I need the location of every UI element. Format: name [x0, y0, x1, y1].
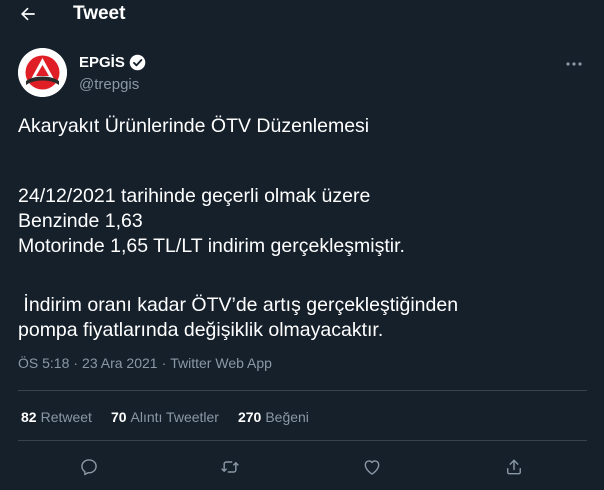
tweet-line: 24/12/2021 tarihinde geçerli olmak üzere [18, 185, 371, 207]
reply-button[interactable] [77, 455, 101, 479]
display-name[interactable]: EPGİS [79, 54, 125, 71]
tweet-line: Motorinde 1,65 TL/LT indirim gerçekleşmi… [18, 235, 405, 257]
like-button[interactable] [360, 455, 384, 479]
retweet-button[interactable] [218, 455, 242, 479]
tweet-line: pompa fiyatlarında değişiklik olmayacakt… [18, 319, 384, 341]
retweet-icon [221, 461, 239, 473]
top-bar: Tweet [0, 0, 604, 29]
quote-count: 70 [110, 409, 127, 425]
heart-icon [364, 460, 380, 475]
more-horizontal-icon [566, 62, 582, 66]
retweet-label: Retweet [40, 409, 92, 425]
reply-icon [81, 459, 97, 476]
tweet-line: Akaryakıt Ürünlerinde ÖTV Düzenlemesi [18, 115, 370, 137]
avatar[interactable] [18, 48, 67, 97]
like-label: Beğeni [265, 409, 309, 425]
epgis-logo-icon [18, 48, 67, 97]
divider [18, 390, 587, 391]
like-count: 270 [237, 409, 262, 425]
user-handle[interactable]: @trepgis [79, 76, 139, 93]
tweet-line: İndirim oranı kadar ÖTV’de artış gerçekl… [18, 294, 459, 316]
meta-separator: · [73, 355, 79, 371]
arrow-left-icon [21, 7, 35, 21]
tweet-date[interactable]: 23 Ara 2021 [82, 355, 158, 371]
likes-stat[interactable]: 270 Beğeni [238, 409, 309, 425]
tweet-stats: 82 Retweet 70 Alıntı Tweetler 270 Beğeni [21, 409, 328, 425]
retweet-count: 82 [21, 409, 37, 425]
page-title: Tweet [73, 3, 126, 24]
tweet-source[interactable]: Twitter Web App [170, 355, 272, 371]
meta-separator: · [161, 355, 167, 371]
action-bar [0, 455, 604, 479]
verified-badge-icon [129, 54, 146, 71]
divider [18, 440, 587, 441]
tweet-line: Benzinde 1,63 [18, 210, 143, 232]
share-icon [507, 459, 521, 475]
retweets-stat[interactable]: 82 Retweet [21, 409, 92, 425]
back-button[interactable] [14, 1, 42, 27]
quotes-stat[interactable]: 70 Alıntı Tweetler [111, 409, 219, 425]
tweet-meta: ÖS 5:18 · 23 Ara 2021 · Twitter Web App [18, 355, 272, 371]
tweet-time[interactable]: ÖS 5:18 [18, 355, 69, 371]
more-options-button[interactable] [564, 56, 584, 72]
share-button[interactable] [502, 455, 526, 479]
tweet-text: Akaryakıt Ürünlerinde ÖTV Düzenlemesi 24… [18, 114, 588, 343]
tweet-author: EPGİS @trepgis [18, 48, 604, 98]
quote-label: Alıntı Tweetler [130, 409, 219, 425]
name-row: EPGİS [79, 54, 146, 71]
